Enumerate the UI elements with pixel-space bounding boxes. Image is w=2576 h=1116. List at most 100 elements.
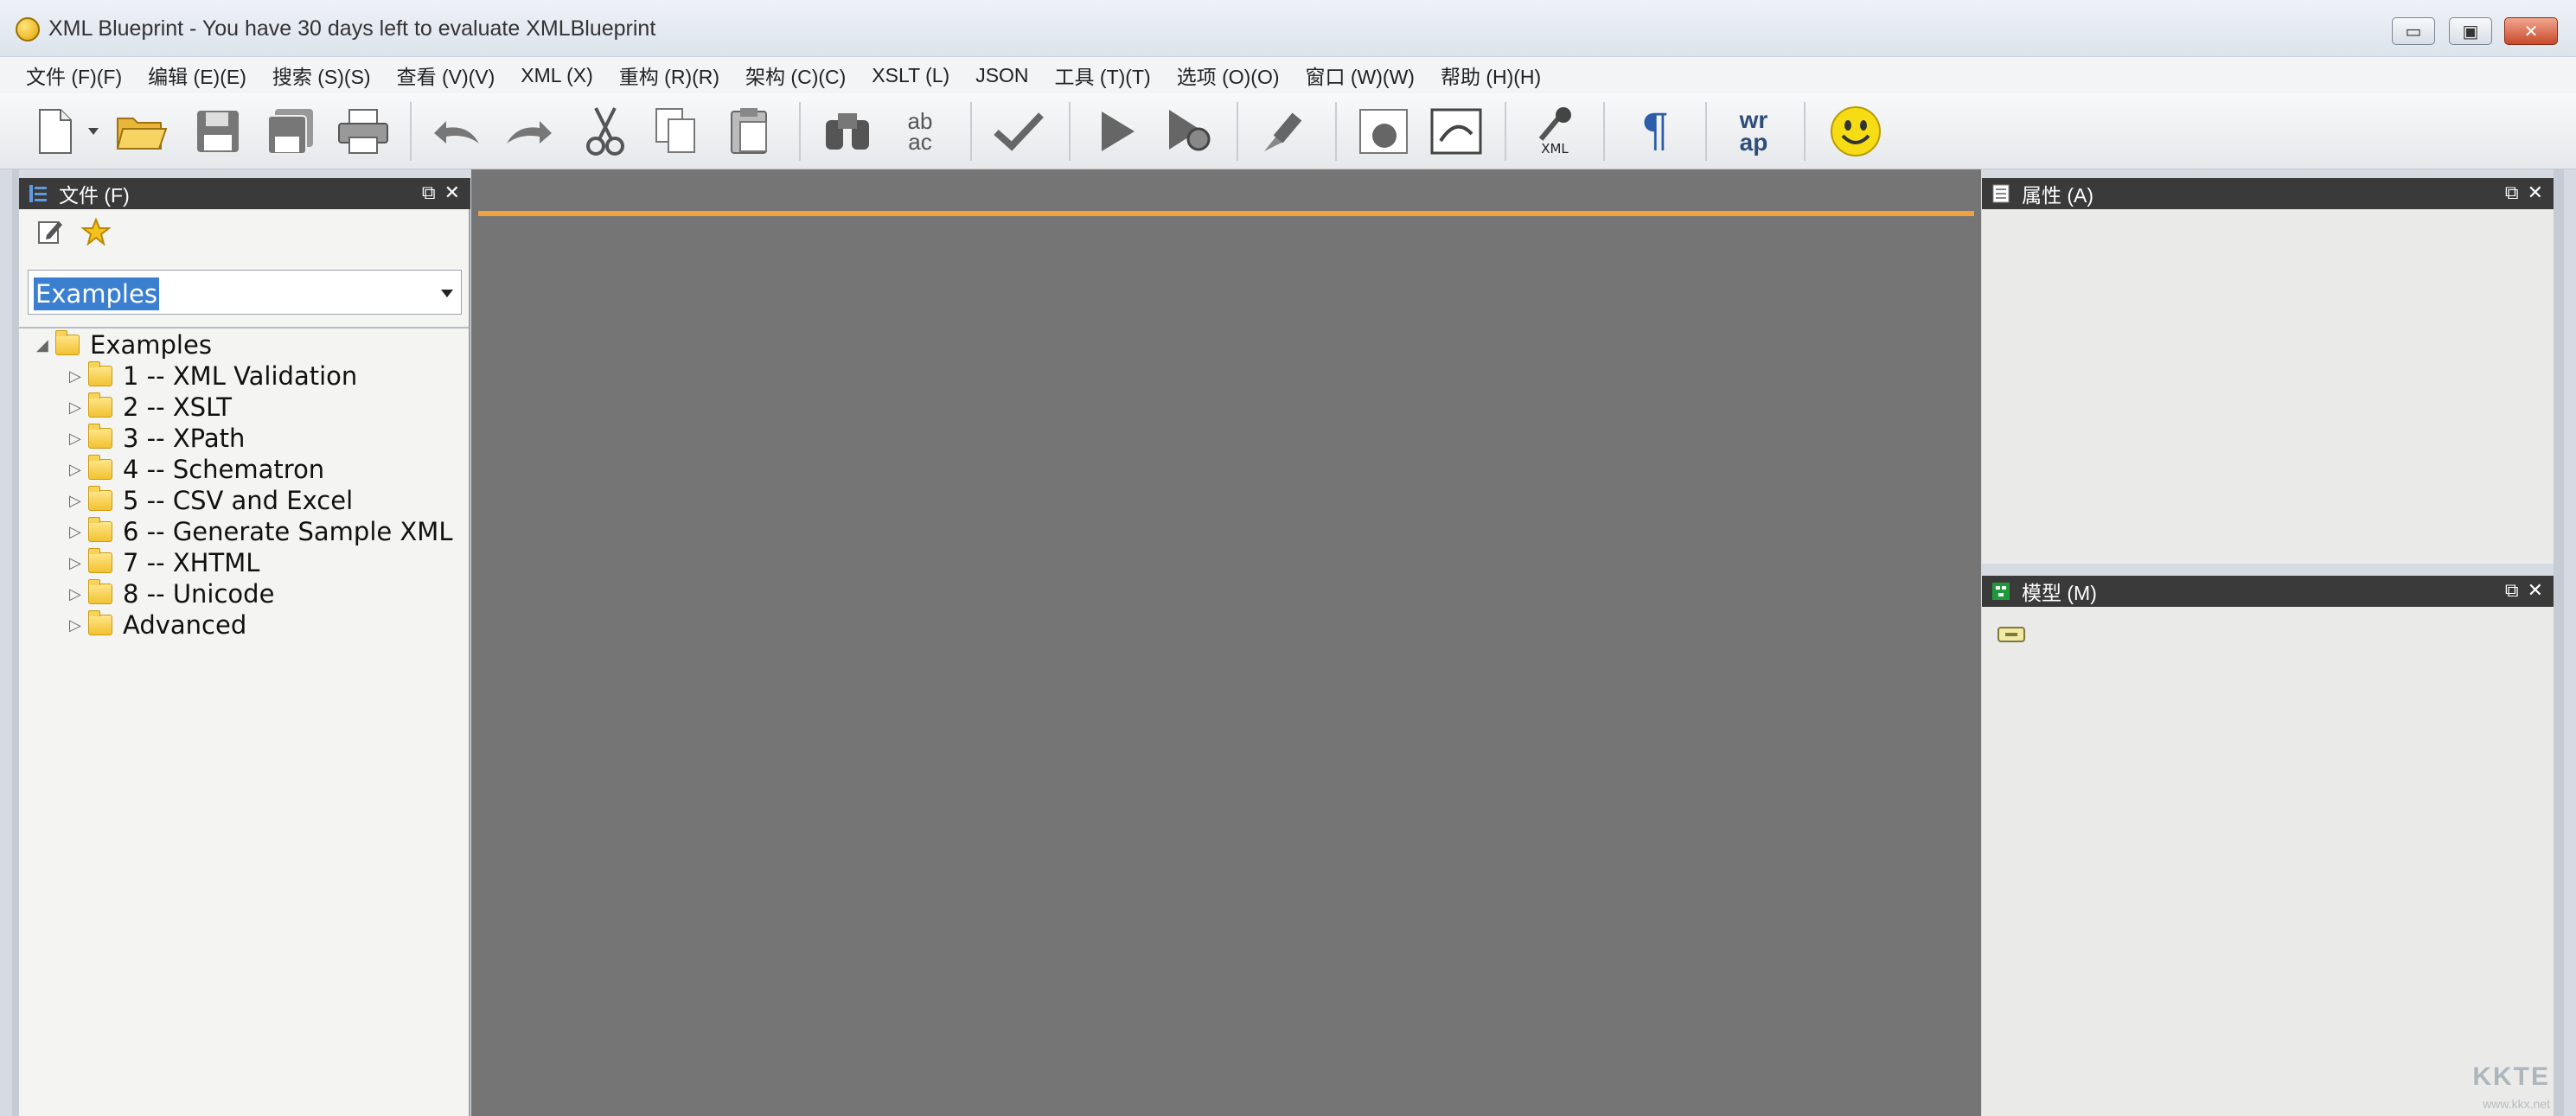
collapse-arrow-icon[interactable]: ◢ [36, 336, 55, 354]
properties-panel: 属性 (A) ⧉ ✕ [1982, 178, 2554, 564]
float-icon[interactable]: ⧉ [2505, 182, 2519, 204]
debug-icon[interactable] [1160, 102, 1219, 161]
folder-icon [55, 330, 80, 355]
format-icon[interactable] [1256, 102, 1314, 161]
smiley-icon[interactable] [1826, 102, 1885, 161]
float-icon[interactable]: ⧉ [2505, 579, 2519, 602]
tree-item[interactable]: ▷ 6 -- Generate Sample XML [69, 517, 470, 546]
menu-schema[interactable]: 架构 (C)(C) [745, 61, 846, 90]
properties-panel-title: 属性 (A) [2022, 184, 2094, 207]
close-button[interactable]: ✕ [2504, 17, 2558, 45]
menu-refactor[interactable]: 重构 (R)(R) [619, 61, 719, 90]
save-all-icon[interactable] [261, 102, 320, 161]
menu-json[interactable]: JSON [975, 64, 1028, 87]
expand-arrow-icon[interactable]: ▷ [69, 585, 88, 603]
paste-icon[interactable] [721, 102, 780, 161]
cut-icon[interactable] [576, 102, 635, 161]
preview-icon[interactable] [1427, 102, 1486, 161]
toolbar-separator [1705, 102, 1707, 161]
menu-file[interactable]: 文件 (F)(F) [26, 61, 122, 90]
maximize-button[interactable]: ▣ [2449, 17, 2492, 45]
editor-area[interactable] [471, 169, 1981, 1116]
model-panel: 模型 (M) ⧉ ✕ [1982, 576, 2554, 1116]
expand-arrow-icon[interactable]: ▷ [69, 461, 88, 479]
redo-icon[interactable] [500, 102, 559, 161]
expand-arrow-icon[interactable]: ▷ [69, 367, 88, 386]
print-icon[interactable] [334, 102, 393, 161]
expand-arrow-icon[interactable]: ▷ [69, 523, 88, 541]
tree-item[interactable]: ▷ 1 -- XML Validation [69, 361, 357, 391]
expand-arrow-icon[interactable]: ▷ [69, 616, 88, 635]
menu-help[interactable]: 帮助 (H)(H) [1441, 61, 1541, 90]
title-bar: XML Blueprint - You have 30 days left to… [0, 0, 2576, 57]
close-icon[interactable]: ✕ [444, 182, 460, 204]
xml-tree-icon[interactable] [1354, 102, 1413, 161]
properties-icon [1992, 184, 2010, 203]
tree-item[interactable]: ▷ 2 -- XSLT [69, 392, 232, 422]
expand-arrow-icon[interactable]: ▷ [69, 554, 88, 572]
open-icon[interactable] [112, 102, 171, 161]
toolbar-separator [1804, 102, 1806, 161]
close-icon[interactable]: ✕ [2528, 579, 2543, 602]
menu-options[interactable]: 选项 (O)(O) [1177, 61, 1280, 90]
find-icon[interactable] [818, 102, 877, 161]
folder-combo-value: Examples [34, 277, 159, 310]
folder-icon [88, 517, 112, 542]
expand-arrow-icon[interactable]: ▷ [69, 492, 88, 510]
copy-icon[interactable] [647, 102, 706, 161]
paragraph-icon[interactable]: ¶ [1626, 102, 1684, 161]
xml-pick-icon[interactable]: XML [1525, 102, 1584, 161]
toolbar-separator [1069, 102, 1071, 161]
divider [19, 327, 469, 328]
close-icon[interactable]: ✕ [2528, 182, 2543, 204]
save-icon[interactable] [189, 102, 247, 161]
watermark: KKTE [2472, 1062, 2550, 1091]
replace-icon[interactable]: ab ac [891, 102, 949, 161]
toolbar: ab ac XML ¶ wr ap [0, 93, 2576, 169]
folder-icon [88, 361, 112, 386]
menu-view[interactable]: 查看 (V)(V) [397, 61, 495, 90]
validate-icon[interactable] [989, 102, 1048, 161]
tree-item-examples[interactable]: ◢ Examples [36, 330, 212, 360]
run-icon[interactable] [1088, 102, 1147, 161]
menu-tools[interactable]: 工具 (T)(T) [1055, 61, 1151, 90]
toolbar-separator [799, 102, 801, 161]
tree-item[interactable]: ▷ 3 -- XPath [69, 424, 245, 453]
undo-icon[interactable] [427, 102, 486, 161]
favorites-star-icon[interactable] [80, 217, 116, 252]
new-icon[interactable] [26, 102, 85, 161]
window-frame-left [12, 169, 19, 1116]
edit-icon[interactable] [36, 218, 71, 252]
folder-combo[interactable]: Examples [28, 270, 462, 315]
tree-item[interactable]: ▷ 5 -- CSV and Excel [69, 486, 353, 515]
toolbar-separator [410, 102, 412, 161]
tree-item[interactable]: ▷ 4 -- Schematron [69, 455, 324, 484]
minimize-button[interactable]: ▭ [2392, 17, 2435, 45]
menu-window[interactable]: 窗口 (W)(W) [1306, 61, 1415, 90]
model-panel-header: 模型 (M) ⧉ ✕ [1982, 576, 2554, 607]
toolbar-separator [1335, 102, 1337, 161]
new-dropdown-icon[interactable] [83, 102, 104, 161]
model-node-icon[interactable] [1998, 626, 2025, 647]
menu-search[interactable]: 搜索 (S)(S) [272, 61, 371, 90]
menu-edit[interactable]: 编辑 (E)(E) [148, 61, 246, 90]
model-icon [1992, 583, 2010, 600]
toolbar-separator [1603, 102, 1605, 161]
window-frame-right [2554, 169, 2564, 1116]
files-panel-title: 文件 (F) [59, 184, 130, 207]
menu-xml[interactable]: XML (X) [521, 64, 593, 87]
chevron-down-icon[interactable] [440, 288, 454, 298]
wrap-icon[interactable]: wr ap [1724, 102, 1783, 161]
tree-item[interactable]: ▷ Advanced [69, 610, 246, 640]
folder-icon [88, 392, 112, 418]
window-title: XML Blueprint - You have 30 days left to… [48, 16, 656, 41]
toolbar-separator [1505, 102, 1506, 161]
tree-item[interactable]: ▷ 8 -- Unicode [69, 579, 274, 609]
toolbar-separator [970, 102, 972, 161]
watermark-url: www.kkx.net [2483, 1097, 2550, 1111]
tree-item[interactable]: ▷ 7 -- XHTML [69, 548, 259, 577]
expand-arrow-icon[interactable]: ▷ [69, 430, 88, 448]
expand-arrow-icon[interactable]: ▷ [69, 399, 88, 417]
float-icon[interactable]: ⧉ [422, 182, 436, 204]
menu-xslt[interactable]: XSLT (L) [872, 64, 949, 87]
